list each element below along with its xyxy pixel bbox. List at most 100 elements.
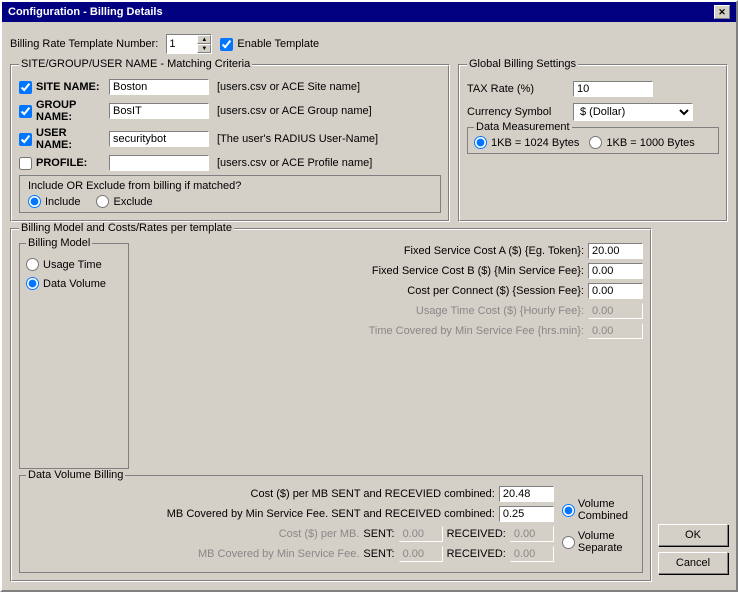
cost-row-1: Fixed Service Cost B ($) {Min Service Fe… bbox=[137, 263, 643, 279]
cost-input-2[interactable] bbox=[588, 283, 643, 299]
dv-row-3: MB Covered by Min Service Fee. SENT: REC… bbox=[26, 546, 554, 562]
group-name-input[interactable] bbox=[109, 103, 209, 119]
site-name-input[interactable] bbox=[109, 79, 209, 95]
billing-top-section: Billing Model Usage Time Data Volume bbox=[19, 243, 643, 469]
profile-label: PROFILE: bbox=[36, 157, 105, 169]
profile-row: PROFILE: [users.csv or ACE Profile name] bbox=[19, 155, 441, 171]
dm-1024-text: 1KB = 1024 Bytes bbox=[491, 137, 579, 149]
cost-label-4: Time Covered by Min Service Fee {hrs.min… bbox=[137, 325, 584, 337]
middle-panels: SITE/GROUP/USER NAME - Matching Criteria… bbox=[10, 64, 728, 222]
group-name-checkbox[interactable] bbox=[19, 105, 32, 118]
dv-sent-input-1 bbox=[399, 546, 443, 562]
main-content: Billing Rate Template Number: ▲ ▼ Enable… bbox=[2, 22, 736, 590]
main-window: Configuration - Billing Details ✕ Billin… bbox=[0, 0, 738, 592]
user-name-input[interactable] bbox=[109, 131, 209, 147]
billing-model-radios: Usage Time Data Volume bbox=[26, 250, 122, 290]
window-title: Configuration - Billing Details bbox=[8, 6, 163, 18]
cost-label-2: Cost per Connect ($) {Session Fee}: bbox=[137, 285, 584, 297]
dv-sent-recv-0: SENT: RECEIVED: bbox=[363, 526, 553, 542]
tax-rate-input[interactable] bbox=[573, 81, 653, 97]
vol-separate-radio[interactable] bbox=[562, 536, 575, 549]
billing-model-box: Billing Model Usage Time Data Volume bbox=[19, 243, 129, 469]
include-label: Include bbox=[45, 196, 80, 208]
cost-input-0[interactable] bbox=[588, 243, 643, 259]
cost-label-1: Fixed Service Cost B ($) {Min Service Fe… bbox=[137, 265, 584, 277]
include-radio[interactable] bbox=[28, 195, 41, 208]
outer-bottom: Billing Model and Costs/Rates per templa… bbox=[10, 228, 728, 582]
group-name-checkbox-label[interactable]: GROUP NAME: bbox=[19, 99, 105, 123]
cost-input-1[interactable] bbox=[588, 263, 643, 279]
dm-1000-radio[interactable] bbox=[589, 136, 602, 149]
usage-time-radio[interactable] bbox=[26, 258, 39, 271]
site-name-checkbox-label[interactable]: SITE NAME: bbox=[19, 81, 105, 94]
include-exclude-box: Include OR Exclude from billing if match… bbox=[19, 175, 441, 213]
vol-separate-label[interactable]: VolumeSeparate bbox=[562, 530, 623, 554]
data-volume-radio[interactable] bbox=[26, 277, 39, 290]
data-volume-label[interactable]: Data Volume bbox=[26, 277, 122, 290]
dv-input-0[interactable] bbox=[499, 486, 554, 502]
enable-template-label: Enable Template bbox=[237, 38, 319, 50]
profile-checkbox[interactable] bbox=[19, 157, 32, 170]
spin-up-button[interactable]: ▲ bbox=[197, 35, 211, 44]
cost-row-4: Time Covered by Min Service Fee {hrs.min… bbox=[137, 323, 643, 339]
group-name-hint: [users.csv or ACE Group name] bbox=[217, 105, 372, 117]
ok-button[interactable]: OK bbox=[658, 524, 728, 546]
dm-1024-label[interactable]: 1KB = 1024 Bytes bbox=[474, 136, 579, 149]
user-name-label: USER NAME: bbox=[36, 127, 105, 151]
tax-rate-label: TAX Rate (%) bbox=[467, 83, 567, 95]
sent-label-0: SENT: bbox=[363, 528, 394, 540]
spin-down-button[interactable]: ▼ bbox=[197, 44, 211, 53]
site-group-legend: SITE/GROUP/USER NAME - Matching Criteria bbox=[19, 58, 252, 70]
usage-time-text: Usage Time bbox=[43, 259, 102, 271]
data-volume-content: Cost ($) per MB SENT and RECEVIED combin… bbox=[26, 482, 636, 566]
profile-input[interactable] bbox=[109, 155, 209, 171]
global-content: TAX Rate (%) Currency Symbol $ (Dollar) … bbox=[467, 73, 719, 154]
profile-checkbox-label[interactable]: PROFILE: bbox=[19, 157, 105, 170]
close-button[interactable]: ✕ bbox=[714, 5, 730, 19]
cost-rows: Fixed Service Cost A ($) {Eg. Token}: Fi… bbox=[137, 243, 643, 469]
enable-template-checkbox-label[interactable]: Enable Template bbox=[220, 38, 319, 51]
dv-label-3: MB Covered by Min Service Fee. bbox=[26, 548, 359, 560]
vol-combined-text: VolumeCombined bbox=[578, 498, 628, 522]
profile-hint: [users.csv or ACE Profile name] bbox=[217, 157, 372, 169]
user-name-checkbox-label[interactable]: USER NAME: bbox=[19, 127, 105, 151]
group-name-row: GROUP NAME: [users.csv or ACE Group name… bbox=[19, 99, 441, 123]
dv-sent-recv-1: SENT: RECEIVED: bbox=[363, 546, 553, 562]
exclude-radio[interactable] bbox=[96, 195, 109, 208]
dv-recv-input-1 bbox=[510, 546, 554, 562]
billing-main-legend: Billing Model and Costs/Rates per templa… bbox=[19, 222, 234, 234]
site-name-hint: [users.csv or ACE Site name] bbox=[217, 81, 360, 93]
dm-1000-label[interactable]: 1KB = 1000 Bytes bbox=[589, 136, 694, 149]
title-bar-buttons: ✕ bbox=[714, 5, 730, 19]
usage-time-label[interactable]: Usage Time bbox=[26, 258, 122, 271]
data-measurement-box: Data Measurement 1KB = 1024 Bytes 1KB = … bbox=[467, 127, 719, 154]
dm-1024-radio[interactable] bbox=[474, 136, 487, 149]
billing-rate-label: Billing Rate Template Number: bbox=[10, 38, 158, 50]
template-number-input[interactable] bbox=[167, 37, 197, 51]
ok-cancel-column: OK Cancel bbox=[658, 228, 728, 582]
dv-label-0: Cost ($) per MB SENT and RECEVIED combin… bbox=[26, 488, 495, 500]
vol-combined-label[interactable]: VolumeCombined bbox=[562, 498, 628, 522]
user-name-checkbox[interactable] bbox=[19, 133, 32, 146]
cost-row-2: Cost per Connect ($) {Session Fee}: bbox=[137, 283, 643, 299]
site-name-label: SITE NAME: bbox=[36, 81, 105, 93]
vol-combined-radio[interactable] bbox=[562, 504, 575, 517]
exclude-radio-label[interactable]: Exclude bbox=[96, 195, 152, 208]
dv-input-1[interactable] bbox=[499, 506, 554, 522]
dv-left: Cost ($) per MB SENT and RECEVIED combin… bbox=[26, 486, 554, 566]
site-name-checkbox[interactable] bbox=[19, 81, 32, 94]
cancel-button[interactable]: Cancel bbox=[658, 552, 728, 574]
recv-label-1: RECEIVED: bbox=[447, 548, 506, 560]
enable-template-checkbox[interactable] bbox=[220, 38, 233, 51]
dv-label-2: Cost ($) per MB. bbox=[26, 528, 359, 540]
billing-model-legend: Billing Model bbox=[26, 237, 92, 249]
data-volume-text: Data Volume bbox=[43, 278, 106, 290]
dv-label-1: MB Covered by Min Service Fee. SENT and … bbox=[26, 508, 495, 520]
template-number-spinner[interactable]: ▲ ▼ bbox=[166, 34, 212, 54]
cost-label-3: Usage Time Cost ($) {Hourly Fee}: bbox=[137, 305, 584, 317]
currency-label: Currency Symbol bbox=[467, 106, 567, 118]
volume-radio-col: VolumeCombined VolumeSeparate bbox=[554, 486, 636, 566]
include-radio-label[interactable]: Include bbox=[28, 195, 80, 208]
data-measurement-legend: Data Measurement bbox=[474, 121, 572, 133]
currency-select[interactable]: $ (Dollar) € (Euro) £ (Pound) ¥ (Yen) bbox=[573, 103, 693, 121]
